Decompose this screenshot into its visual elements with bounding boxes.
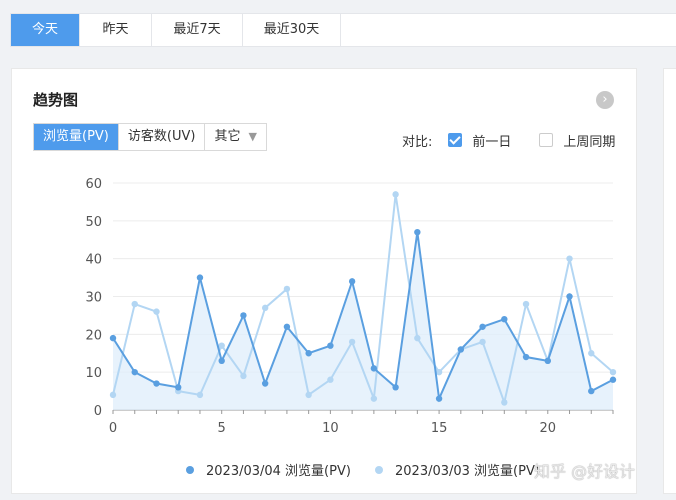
- point-current: [544, 357, 551, 365]
- y-tick-label: 50: [85, 215, 102, 230]
- point-current: [348, 278, 356, 285]
- y-tick-label: 10: [85, 366, 102, 381]
- point-current: [501, 316, 508, 323]
- point-previous: [370, 395, 378, 402]
- point-previous: [501, 399, 508, 406]
- point-current: [435, 395, 443, 402]
- point-previous: [609, 368, 617, 376]
- point-previous: [479, 338, 486, 346]
- x-tick-label: 5: [218, 421, 226, 436]
- point-previous: [131, 300, 138, 308]
- point-current: [609, 376, 617, 383]
- legend-label-current: 2023/03/04 浏览量(PV): [206, 464, 351, 479]
- point-current: [457, 346, 465, 353]
- point-previous: [109, 391, 117, 399]
- legend-marker-previous: [375, 465, 383, 474]
- point-current: [175, 384, 182, 391]
- legend-item-previous[interactable]: 2023/03/03 浏览量(PV): [375, 460, 540, 479]
- point-current: [196, 274, 204, 281]
- point-previous: [283, 285, 291, 293]
- trend-chart: 0 10 20 30 40 50 60 0 5 10 15 20: [85, 177, 617, 436]
- point-previous: [588, 350, 595, 357]
- point-current: [131, 368, 138, 376]
- point-previous: [348, 338, 356, 346]
- point-current: [261, 380, 269, 387]
- point-current: [153, 380, 160, 387]
- watermark: 知乎 @好设计: [534, 462, 636, 481]
- y-tick-label: 60: [85, 177, 102, 192]
- point-current: [218, 357, 225, 365]
- point-previous: [522, 300, 530, 308]
- y-tick-label: 40: [85, 253, 102, 268]
- y-tick-label: 0: [94, 404, 102, 419]
- x-tick-label: 15: [431, 421, 448, 436]
- point-current: [370, 365, 378, 372]
- point-current: [109, 334, 117, 342]
- point-previous: [414, 334, 421, 342]
- point-previous: [327, 376, 334, 383]
- y-tick-label: 20: [85, 328, 102, 343]
- point-current: [566, 293, 573, 300]
- point-current: [414, 228, 421, 236]
- point-previous: [240, 372, 247, 380]
- point-previous: [218, 342, 225, 349]
- point-previous: [261, 304, 269, 312]
- point-current: [305, 350, 312, 357]
- point-previous: [196, 391, 204, 399]
- point-current: [240, 312, 247, 319]
- legend-label-previous: 2023/03/03 浏览量(PV): [395, 464, 540, 479]
- point-current: [479, 323, 486, 330]
- point-current: [283, 323, 291, 330]
- point-current: [327, 342, 334, 349]
- legend-marker-current: [186, 465, 194, 474]
- point-previous: [392, 191, 399, 198]
- point-previous: [305, 391, 312, 399]
- y-tick-label: 30: [85, 291, 102, 306]
- legend-item-current[interactable]: 2023/03/04 浏览量(PV): [186, 460, 351, 479]
- point-previous: [566, 255, 573, 262]
- point-previous: [153, 308, 160, 315]
- x-tick-label: 10: [322, 421, 339, 436]
- point-current: [522, 353, 530, 361]
- x-tick-label: 0: [109, 421, 117, 436]
- x-tick-label: 20: [540, 421, 557, 436]
- point-current: [392, 384, 399, 391]
- point-current: [588, 387, 595, 395]
